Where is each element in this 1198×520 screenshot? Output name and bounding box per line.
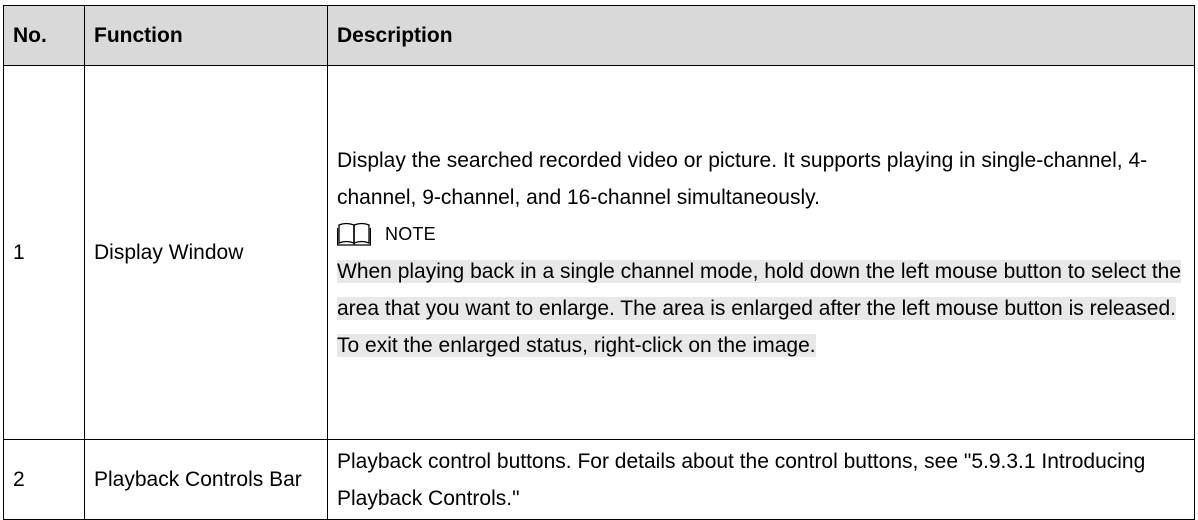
header-description: Description	[327, 5, 1195, 66]
header-no: No.	[3, 5, 85, 66]
table-row: 2 Playback Controls Bar Playback control…	[3, 439, 1195, 520]
row-number: 1	[3, 65, 85, 440]
row-function: Playback Controls Bar	[84, 439, 328, 520]
row-description: Playback control buttons. For details ab…	[327, 439, 1195, 520]
note-heading: NOTE	[337, 216, 1194, 253]
table-row: 1 Display Window Display the searched re…	[3, 65, 1195, 440]
row-number: 2	[3, 439, 85, 520]
header-function: Function	[84, 5, 328, 66]
row-description: Display the searched recorded video or p…	[327, 65, 1195, 440]
description-text: Display the searched recorded video or p…	[337, 148, 1148, 209]
note-text: When playing back in a single channel mo…	[337, 259, 1182, 357]
table-header-row: No. Function Description	[3, 5, 1195, 66]
book-icon	[337, 222, 371, 246]
function-table: No. Function Description 1 Display Windo…	[3, 5, 1195, 520]
note-label: NOTE	[385, 223, 436, 244]
row-function: Display Window	[84, 65, 328, 440]
note-paragraph: When playing back in a single channel mo…	[337, 253, 1194, 364]
